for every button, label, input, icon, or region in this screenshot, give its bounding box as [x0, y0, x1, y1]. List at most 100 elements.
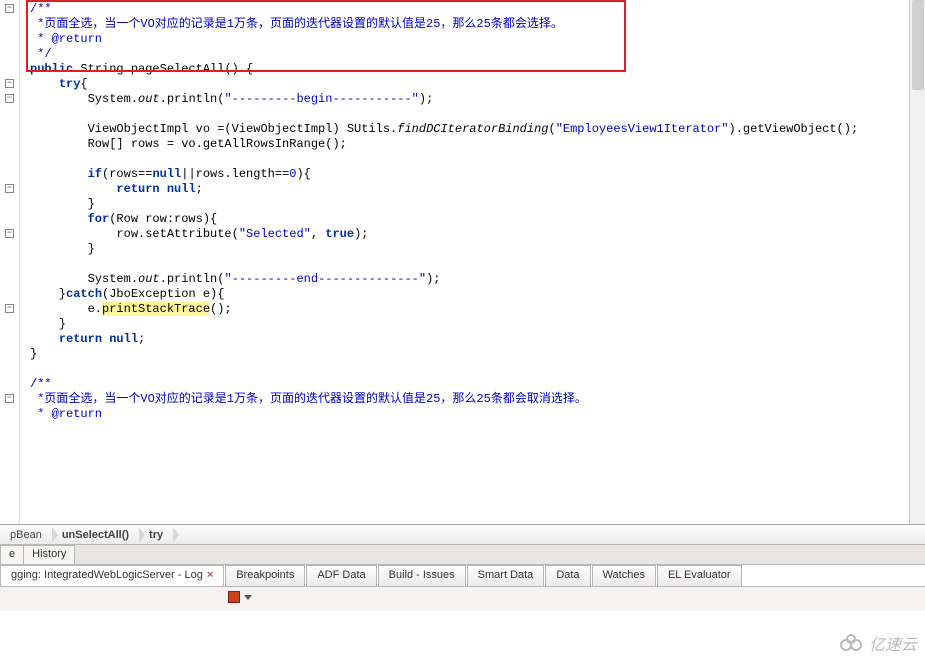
bottom-tab-watches[interactable]: Watches — [592, 565, 656, 586]
code-text: return — [59, 332, 102, 346]
code-text: *页面全选，当一个VO对应的记录是1万条，页面的迭代器设置的默认值是25，那么2… — [30, 392, 587, 406]
bottom-tab-build-issues[interactable]: Build - Issues — [378, 565, 466, 586]
breadcrumb-label: try — [149, 529, 163, 541]
code-text: "---------begin-----------" — [224, 92, 418, 106]
code-text: (); — [210, 302, 232, 316]
code-text — [30, 182, 116, 196]
stop-button-icon[interactable] — [228, 591, 240, 603]
code-text: } — [30, 197, 95, 211]
tab-label: Data — [556, 569, 579, 581]
code-text: */ — [30, 47, 52, 61]
code-text: System. — [30, 92, 138, 106]
tab-label: Watches — [603, 569, 645, 581]
code-text: ); — [354, 227, 368, 241]
scroll-thumb[interactable] — [912, 0, 924, 90]
code-text: true — [325, 227, 354, 241]
tab-label: e — [9, 548, 15, 560]
code-text: (rows== — [102, 167, 152, 181]
code-text: out — [138, 272, 160, 286]
code-text: null — [109, 332, 138, 346]
code-text: System. — [30, 272, 138, 286]
code-text: public — [30, 62, 73, 76]
code-text — [30, 362, 37, 376]
code-text: "EmployeesView1Iterator" — [556, 122, 729, 136]
fold-toggle[interactable]: − — [0, 2, 19, 17]
code-text: return — [116, 182, 159, 196]
tab-label: EL Evaluator — [668, 569, 731, 581]
fold-toggle[interactable]: − — [0, 227, 19, 242]
code-text: .println( — [160, 272, 225, 286]
code-text: ; — [138, 332, 145, 346]
code-text: , — [311, 227, 325, 241]
tab-label: Build - Issues — [389, 569, 455, 581]
code-text: *页面全选，当一个VO对应的记录是1万条，页面的迭代器设置的默认值是25，那么2… — [30, 17, 563, 31]
watermark-text: 亿速云 — [869, 637, 917, 654]
code-text — [30, 257, 37, 271]
editor-tabs-bar: e History — [0, 545, 925, 565]
fold-toggle[interactable]: − — [0, 92, 19, 107]
bottom-tab-log[interactable]: gging: IntegratedWebLogicServer - Log × — [0, 565, 224, 586]
code-text — [30, 152, 37, 166]
close-icon[interactable]: × — [207, 569, 213, 581]
code-text: null — [167, 182, 196, 196]
code-text: ||rows.length== — [181, 167, 289, 181]
tab-label: gging: IntegratedWebLogicServer - Log — [11, 569, 203, 581]
code-content[interactable]: /** *页面全选，当一个VO对应的记录是1万条，页面的迭代器设置的默认值是25… — [20, 0, 925, 524]
fold-toggle[interactable]: − — [0, 302, 19, 317]
watermark: 亿速云 — [839, 631, 917, 657]
code-text: "Selected" — [239, 227, 311, 241]
code-text: String pageSelectAll() { — [73, 62, 253, 76]
bottom-tab-smart-data[interactable]: Smart Data — [467, 565, 545, 586]
fold-toggle[interactable]: − — [0, 77, 19, 92]
code-text: * @return — [30, 32, 102, 46]
watermark-logo-icon — [839, 634, 865, 657]
tab-label: Smart Data — [478, 569, 534, 581]
breadcrumb-item[interactable]: unSelectAll() — [52, 525, 139, 545]
code-text — [30, 212, 88, 226]
code-text: } — [30, 317, 66, 331]
code-text: } — [30, 347, 37, 361]
breadcrumb-label: unSelectAll() — [62, 529, 129, 541]
code-text: findDCIteratorBinding — [397, 122, 548, 136]
tab-label: ADF Data — [317, 569, 365, 581]
code-text: e. — [30, 302, 102, 316]
dropdown-arrow-icon[interactable] — [244, 595, 252, 600]
code-text: .println( — [160, 92, 225, 106]
code-text: ); — [426, 272, 440, 286]
breadcrumb-item[interactable]: try — [139, 525, 173, 545]
code-text: Row[] rows = vo.getAllRowsInRange(); — [30, 137, 347, 151]
code-text: (Row row:rows){ — [109, 212, 217, 226]
code-text — [30, 107, 37, 121]
tab-history[interactable]: History — [23, 545, 75, 564]
breadcrumb-item[interactable]: pBean — [0, 525, 52, 545]
code-text: for — [88, 212, 110, 226]
code-text: ViewObjectImpl vo =(ViewObjectImpl) SUti… — [30, 122, 397, 136]
bottom-tab-adf-data[interactable]: ADF Data — [306, 565, 376, 586]
code-text: row.setAttribute( — [30, 227, 239, 241]
fold-toggle[interactable]: − — [0, 182, 19, 197]
code-text: * @return — [30, 407, 102, 421]
code-text — [160, 182, 167, 196]
code-text — [30, 332, 59, 346]
code-editor-area: − − − − − − − /** *页面全选，当一个VO对应的记录是1万条，页… — [0, 0, 925, 525]
tab-source[interactable]: e — [0, 545, 24, 564]
code-text: ).getViewObject(); — [729, 122, 859, 136]
code-text: try — [59, 77, 81, 91]
bottom-tab-data[interactable]: Data — [545, 565, 590, 586]
code-text: printStackTrace — [102, 302, 210, 316]
fold-gutter: − − − − − − − — [0, 0, 20, 524]
bottom-tab-el-evaluator[interactable]: EL Evaluator — [657, 565, 742, 586]
code-text: ( — [549, 122, 556, 136]
debug-toolbar — [0, 587, 925, 611]
code-text: null — [152, 167, 181, 181]
code-text: /** — [30, 2, 52, 16]
breadcrumb-label: pBean — [10, 529, 42, 541]
code-text — [30, 77, 59, 91]
code-text: "---------end--------------" — [224, 272, 426, 286]
fold-toggle[interactable]: − — [0, 392, 19, 407]
vertical-scrollbar[interactable] — [909, 0, 925, 524]
bottom-tab-breakpoints[interactable]: Breakpoints — [225, 565, 305, 586]
code-text: ; — [196, 182, 203, 196]
code-text — [30, 167, 88, 181]
code-text: { — [80, 77, 87, 91]
